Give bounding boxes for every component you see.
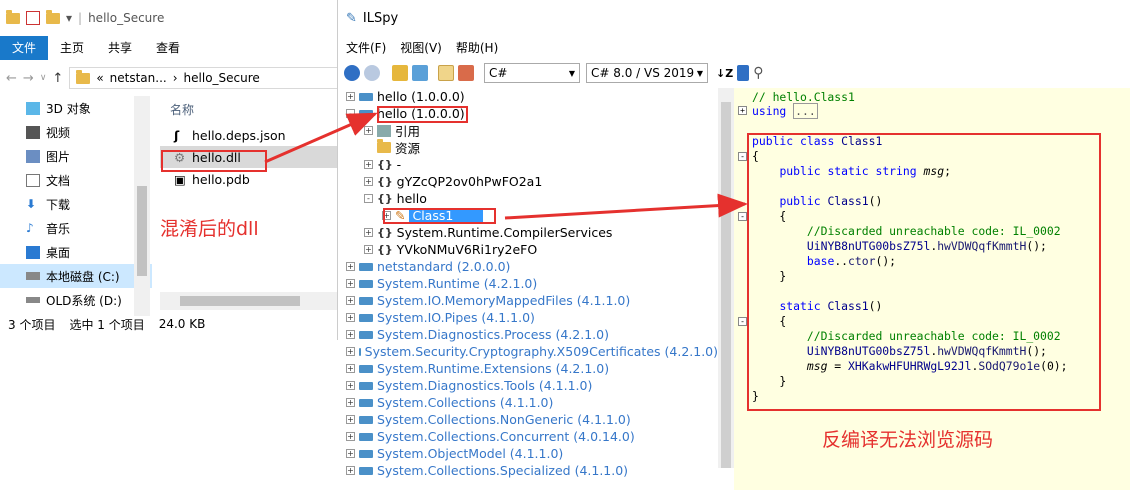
arrow-class1-to-code (504, 193, 748, 220)
arrow-dll-to-assembly (264, 112, 378, 164)
annotation-arrows (264, 112, 748, 220)
